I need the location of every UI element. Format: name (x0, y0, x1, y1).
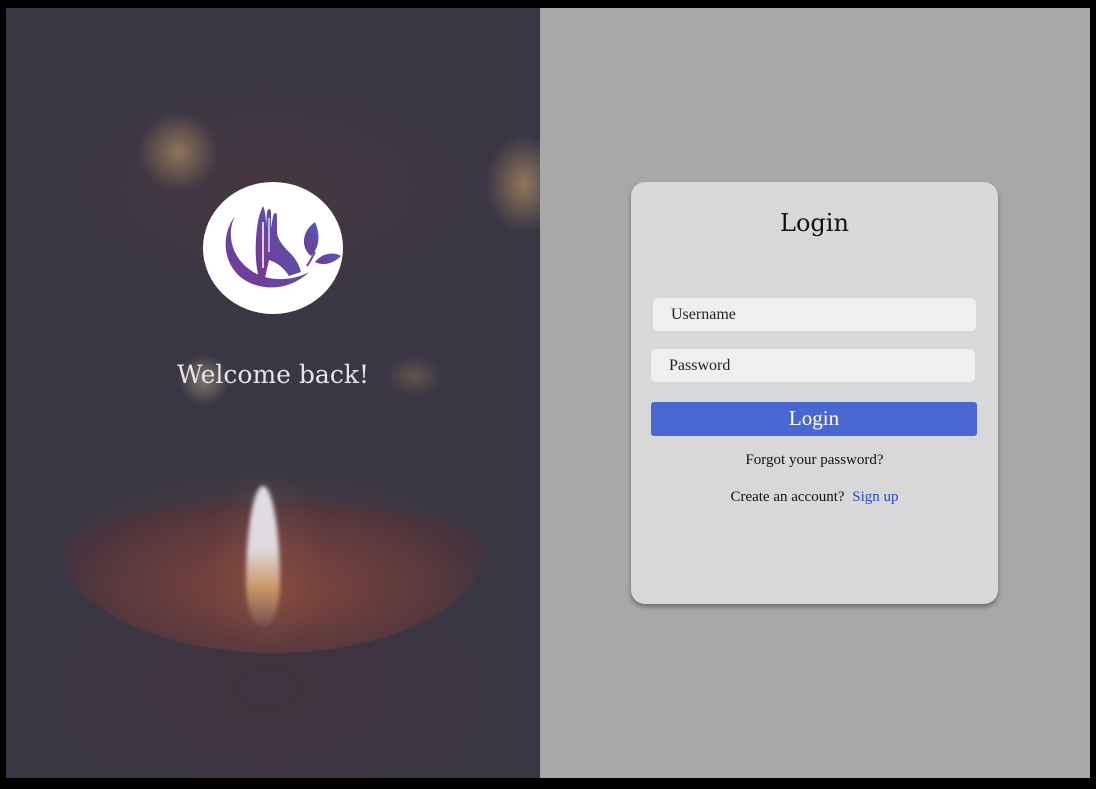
username-placeholder: Username (671, 306, 736, 323)
forgot-password-link[interactable]: Forgot your password? (631, 452, 998, 469)
brand-logo (203, 182, 343, 314)
app-frame: Welcome back! Login Username Password Lo… (6, 8, 1090, 778)
username-input[interactable]: Username (653, 298, 976, 331)
login-panel: Login Username Password Login Forgot you… (540, 8, 1090, 778)
praying-hands-leaf-logo-icon (225, 206, 341, 288)
password-input[interactable]: Password (651, 349, 975, 382)
login-title: Login (780, 209, 849, 237)
password-placeholder: Password (669, 357, 731, 374)
forgot-password-label[interactable]: Forgot your password? (745, 452, 883, 468)
sign-up-link[interactable]: Sign up (852, 489, 898, 505)
login-card: Login Username Password Login Forgot you… (631, 182, 998, 604)
create-account-prompt: Create an account? (730, 489, 845, 505)
welcome-panel: Welcome back! (6, 8, 540, 778)
login-button[interactable]: Login (651, 402, 977, 436)
welcome-heading: Welcome back! (176, 360, 370, 389)
signup-row: Create an account? Sign up (631, 489, 998, 506)
